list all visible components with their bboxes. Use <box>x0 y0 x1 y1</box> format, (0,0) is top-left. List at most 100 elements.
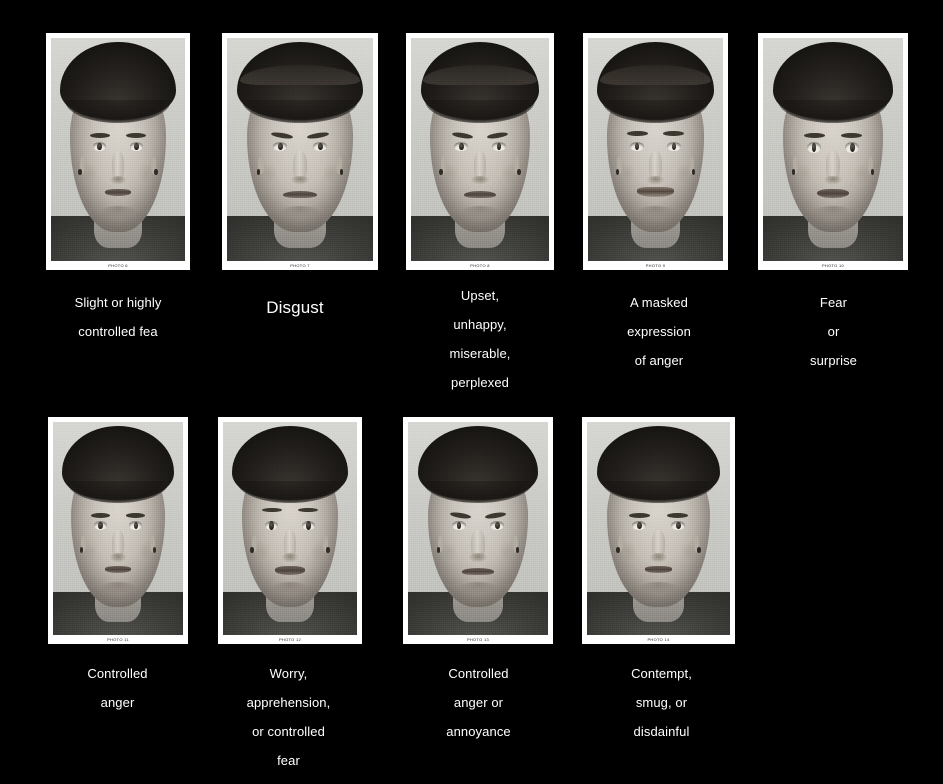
photo-panel[interactable]: PHOTO 13 <box>403 417 553 644</box>
photo-number-label: PHOTO 13 <box>466 637 490 642</box>
photo-number-label: PHOTO 11 <box>107 637 129 642</box>
portrait-photo <box>51 38 185 261</box>
nose <box>109 151 126 185</box>
photo-number-label: PHOTO 9 <box>645 263 666 268</box>
eyebrow-left <box>628 512 651 518</box>
caption-line: Slight or highly <box>74 295 162 310</box>
portrait-photo <box>763 38 903 261</box>
caption-line: or controlled <box>252 724 325 739</box>
mouth <box>104 189 131 196</box>
mouth <box>464 190 496 199</box>
panel-caption: Fear or surprise <box>760 288 907 375</box>
caption-line: anger <box>100 695 135 710</box>
photo-panel[interactable]: PHOTO 6 <box>46 33 190 270</box>
photo-panel[interactable]: PHOTO 14 <box>582 417 735 644</box>
eye-left <box>454 142 469 151</box>
eyebrow-right <box>125 512 146 518</box>
eye-left <box>272 142 288 151</box>
chin-shadow <box>99 582 137 595</box>
earring-right <box>339 169 344 175</box>
earring-left <box>439 169 443 175</box>
photo-panel[interactable]: PHOTO 9 <box>583 33 728 270</box>
eye-left <box>630 142 644 151</box>
caption-line: fear <box>277 753 300 768</box>
eyebrow-right <box>484 511 507 520</box>
mouth <box>274 566 306 576</box>
eye-left <box>806 142 821 153</box>
photo-card: PHOTO 13 <box>403 417 553 644</box>
eye-right <box>845 142 860 153</box>
caption-line: A masked <box>630 295 688 310</box>
face-image <box>51 38 185 261</box>
portrait-photo <box>588 38 723 261</box>
chin-shadow <box>270 582 310 595</box>
photo-card: PHOTO 7 <box>222 33 378 270</box>
caption-line: annoyance <box>446 724 511 739</box>
photo-panel[interactable]: PHOTO 8 <box>406 33 554 270</box>
nose <box>824 151 842 185</box>
earring-right <box>515 547 520 553</box>
caption-line: smug, or <box>635 695 688 710</box>
caption-line: miserable, <box>449 346 511 361</box>
eyebrow-right <box>297 508 318 513</box>
photo-panel[interactable]: PHOTO 11 <box>48 417 188 644</box>
caption-line: expression <box>627 324 691 339</box>
photo-card: PHOTO 8 <box>406 33 554 270</box>
eye-left <box>264 520 279 531</box>
caption-line: disdainful <box>633 724 690 739</box>
photo-card: PHOTO 14 <box>582 417 735 644</box>
panel-caption: Upset, unhappy, miserable, perplexed <box>405 281 555 397</box>
expression-photo-gallery: PHOTO 6 Slight or highly controlled fea PHO… <box>0 0 943 784</box>
earring-right <box>870 169 875 175</box>
eye-right <box>312 142 328 151</box>
caption-line: perplexed <box>451 375 509 390</box>
photo-number-label: PHOTO 12 <box>278 637 302 642</box>
mouth <box>816 189 850 199</box>
caption-line: surprise <box>809 353 858 368</box>
caption-line: apprehension, <box>246 695 331 710</box>
chin-shadow <box>812 205 854 219</box>
eye-right <box>129 142 144 151</box>
eyebrow-right <box>486 131 509 140</box>
face-image <box>227 38 373 261</box>
face-image <box>587 422 730 635</box>
eyebrow-right <box>663 131 684 137</box>
photo-number-label: PHOTO 10 <box>821 263 845 268</box>
eyebrow-left <box>627 131 648 137</box>
eye-left <box>631 521 647 530</box>
chin-shadow <box>460 205 500 219</box>
eyebrow-left <box>90 132 111 139</box>
photo-panel[interactable]: PHOTO 12 <box>218 417 362 644</box>
eye-right <box>301 520 316 531</box>
earring-right <box>697 547 701 553</box>
panel-caption: Contempt, smug, or disdainful <box>588 659 735 746</box>
portrait-photo <box>227 38 373 261</box>
earring-right <box>326 547 330 553</box>
portrait-photo <box>408 422 548 635</box>
earring-left <box>436 547 441 553</box>
photo-panel[interactable]: PHOTO 10 <box>758 33 908 270</box>
eyebrow-left <box>449 511 472 520</box>
eye-left <box>93 521 107 530</box>
earring-left <box>615 169 619 175</box>
photo-number-label: PHOTO 6 <box>108 263 128 268</box>
eyebrow-left <box>270 131 293 140</box>
nose <box>469 530 487 562</box>
caption-line: or <box>827 324 840 339</box>
face-image <box>223 422 357 635</box>
eye-right <box>667 142 681 151</box>
photo-number-label: PHOTO 8 <box>470 263 490 268</box>
caption-line: controlled fea <box>78 324 158 339</box>
photo-panel[interactable]: PHOTO 7 <box>222 33 378 270</box>
eye-right <box>491 142 506 151</box>
eyebrow-right <box>841 132 863 139</box>
eye-right <box>670 521 686 530</box>
panel-caption: Slight or highly controlled fea <box>46 288 190 346</box>
chin-shadow <box>278 205 321 219</box>
face-image <box>408 422 548 635</box>
photo-card: PHOTO 9 <box>583 33 728 270</box>
caption-line: anger or <box>453 695 504 710</box>
earring-right <box>517 169 521 175</box>
panel-caption: A masked expression of anger <box>585 288 733 375</box>
caption-line: Controlled <box>448 666 509 681</box>
